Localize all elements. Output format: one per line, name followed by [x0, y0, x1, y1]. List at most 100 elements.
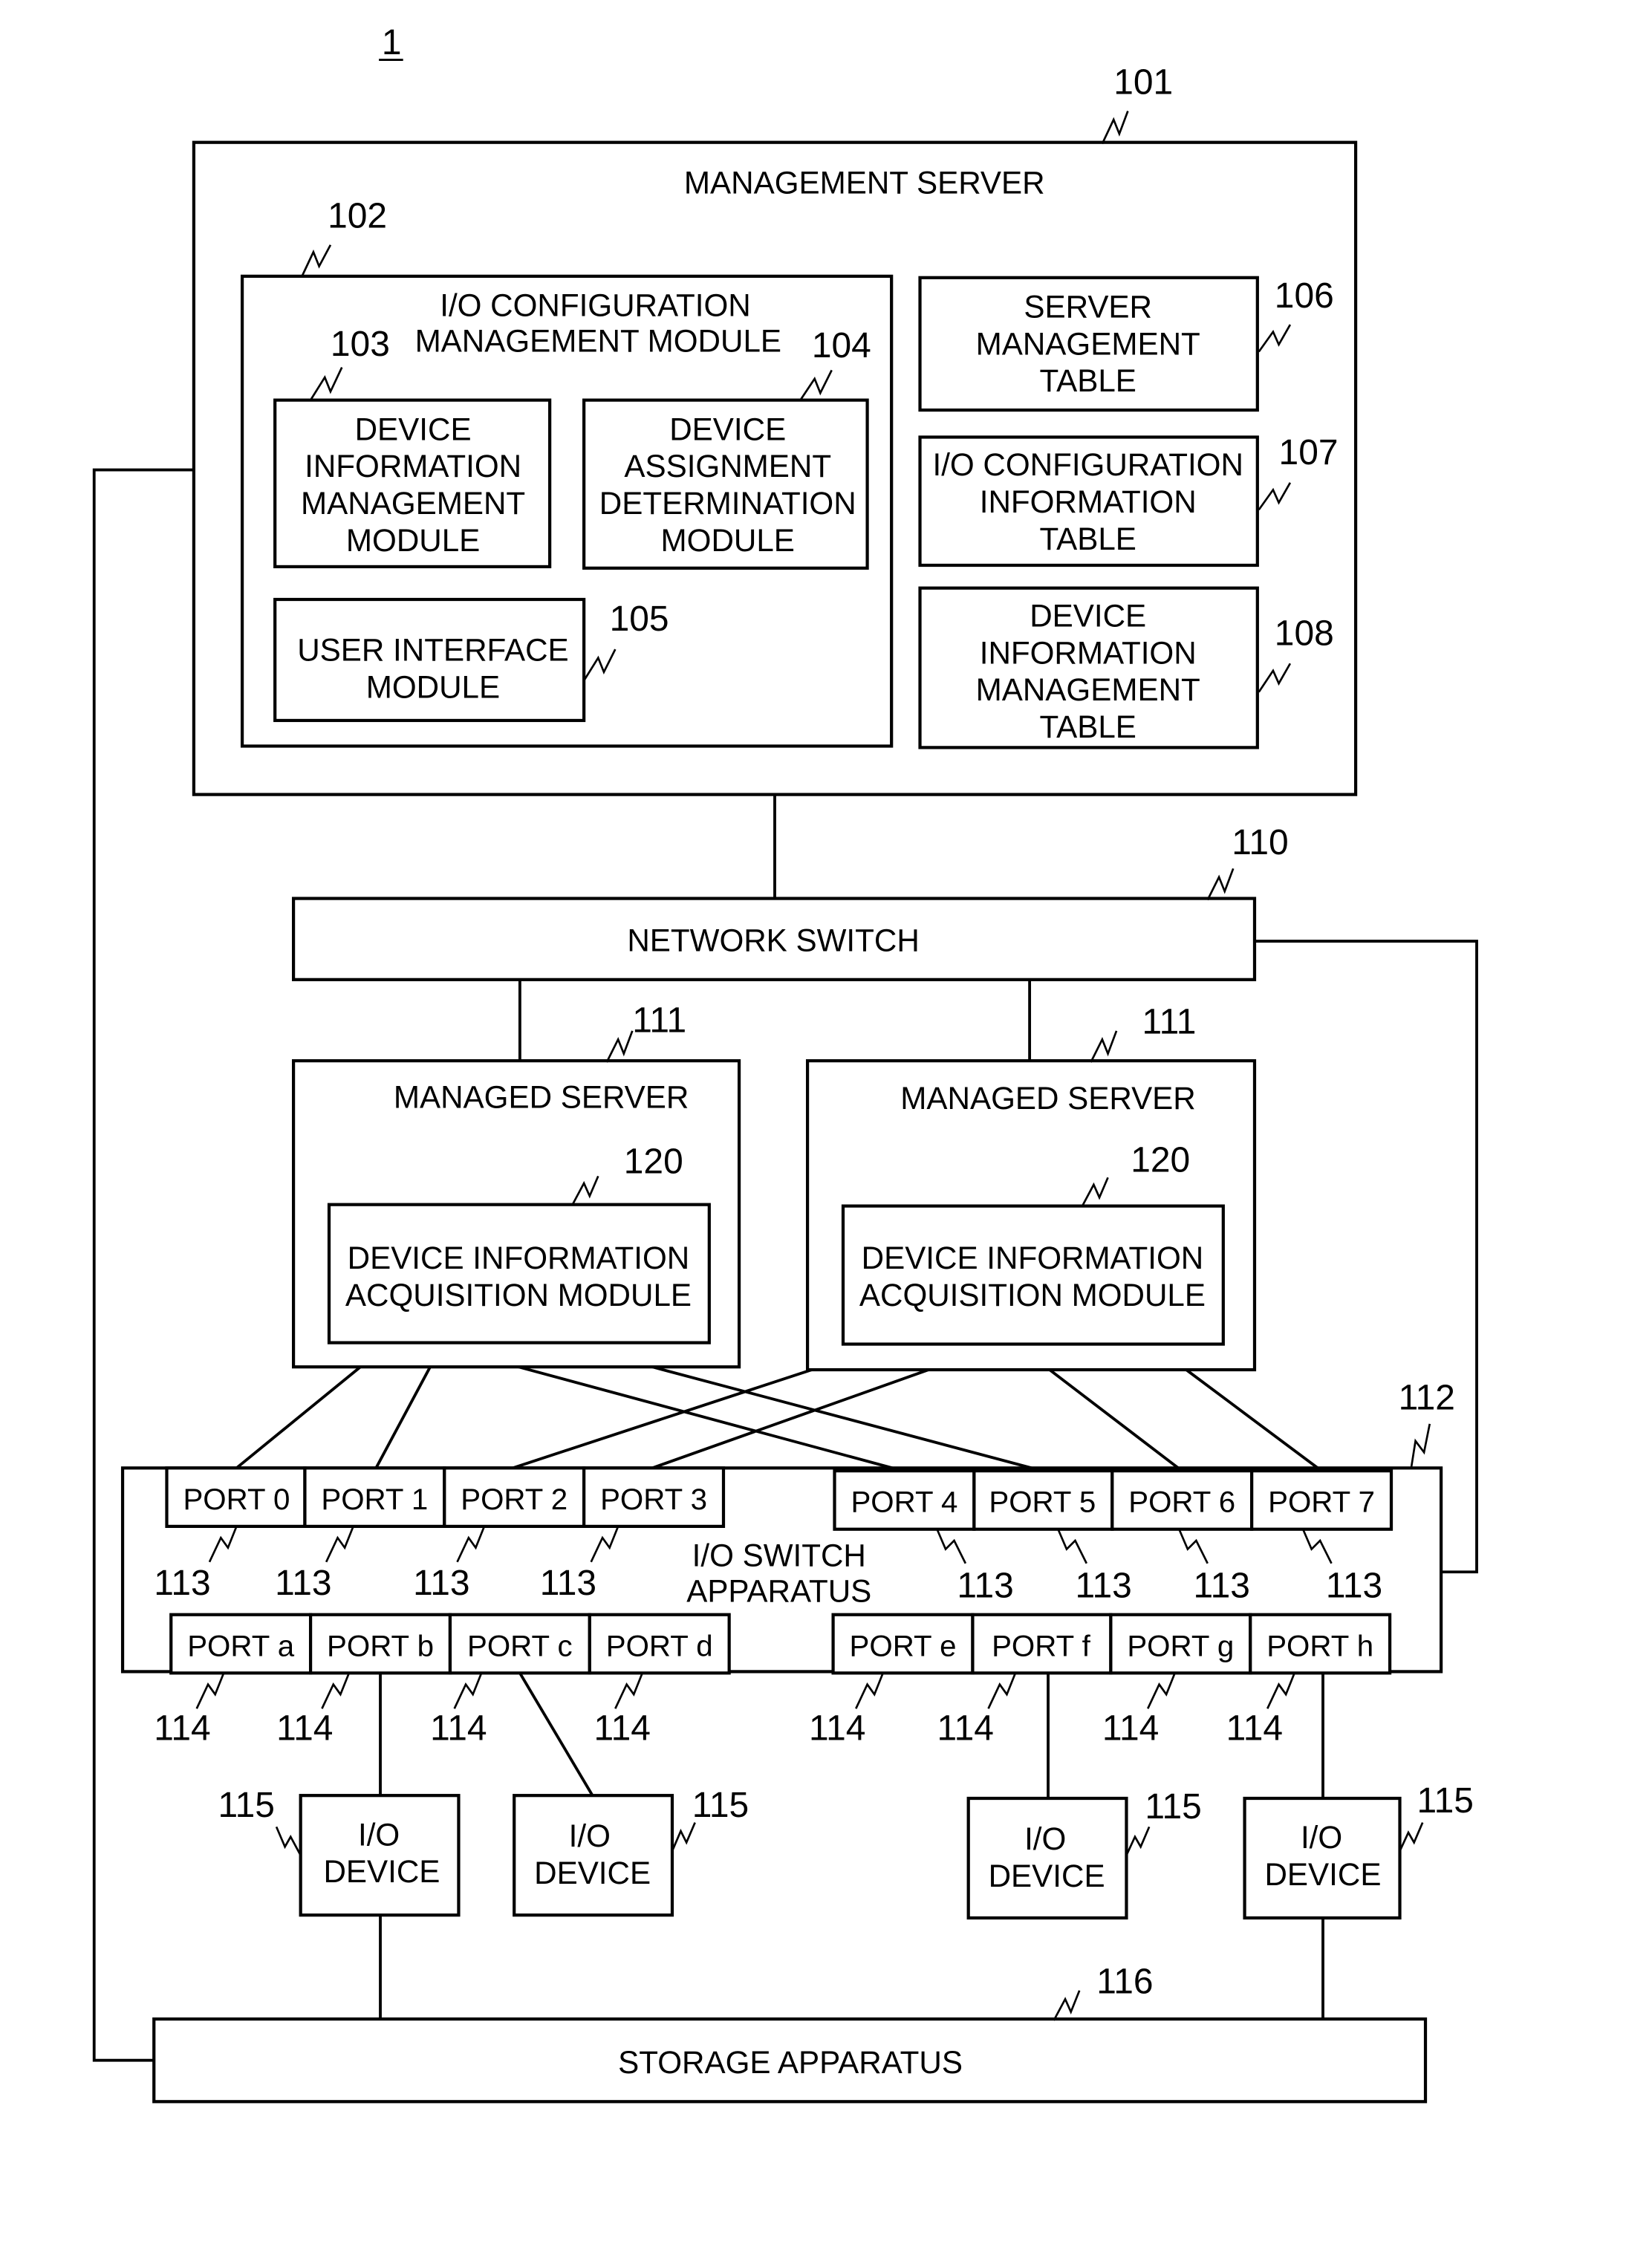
ref-leader-squiggle-icon: [1125, 1826, 1151, 1856]
ref-leader-squiggle-icon: [1147, 1672, 1176, 1709]
port-ref-113: 113: [1194, 1567, 1250, 1606]
acq-module-1-line2: ACQUISITION MODULE: [345, 1278, 692, 1313]
ref-leader-squiggle-icon: [614, 1672, 643, 1709]
module-104-line4: MODULE: [661, 523, 795, 558]
management-server-ref: 101: [1113, 63, 1173, 103]
table-106-ref: 106: [1275, 276, 1334, 316]
ref-leader-squiggle-icon: [855, 1672, 884, 1709]
module-103-line2: INFORMATION: [305, 449, 521, 484]
io-device-1-line2: DEVICE: [323, 1854, 440, 1889]
port-b-label: PORT b: [327, 1629, 434, 1662]
port-ref-113: 113: [275, 1564, 331, 1603]
io-device-1: I/O DEVICE 115: [218, 1786, 461, 1917]
port-a[interactable]: PORT a: [169, 1613, 313, 1675]
port-ref-114: 114: [276, 1708, 333, 1748]
port-ref-113: 113: [1075, 1567, 1131, 1606]
management-server-title: MANAGEMENT SERVER: [684, 166, 1045, 201]
ref-leader-squiggle-icon: [1399, 1822, 1424, 1852]
io-switch-apparatus: I/O SWITCH APPARATUS 112 PORT 0 PORT 1 P…: [120, 1379, 1455, 1748]
port-d-label: PORT d: [606, 1629, 713, 1662]
io-device-4: I/O DEVICE 115: [1243, 1781, 1474, 1920]
port-ref-113: 113: [1326, 1567, 1382, 1606]
module-105-line1: USER INTERFACE: [297, 632, 568, 667]
module-105-ref: 105: [610, 599, 669, 639]
port-3[interactable]: PORT 3: [582, 1466, 726, 1529]
io-switch-title-line2: APPARATUS: [686, 1573, 871, 1608]
table-107-ref: 107: [1279, 433, 1339, 472]
port-4[interactable]: PORT 4: [833, 1469, 976, 1531]
io-device-2-line1: I/O: [569, 1818, 611, 1853]
module-103-ref: 103: [331, 325, 390, 364]
port-2-label: PORT 2: [461, 1483, 568, 1516]
network-switch: NETWORK SWITCH 110: [291, 823, 1289, 981]
port-ref-113: 113: [957, 1567, 1013, 1606]
storage-apparatus: STORAGE APPARATUS 116: [152, 1962, 1428, 2104]
port-0[interactable]: PORT 0: [165, 1466, 307, 1529]
ref-leader-squiggle-icon: [195, 1672, 225, 1709]
io-device-2: I/O DEVICE 115: [513, 1786, 749, 1917]
network-switch-label: NETWORK SWITCH: [627, 923, 919, 957]
ref-leader-squiggle-icon: [1410, 1423, 1431, 1469]
ref-leader-squiggle-icon: [1206, 868, 1235, 901]
port-h[interactable]: PORT h: [1249, 1613, 1392, 1675]
port-ref-114: 114: [1102, 1708, 1159, 1748]
port-6[interactable]: PORT 6: [1110, 1469, 1254, 1531]
port-0-label: PORT 0: [183, 1483, 290, 1516]
wire-mgmt-to-storage: [92, 468, 194, 2062]
port-ref-113: 113: [413, 1564, 469, 1603]
port-ref-113: 113: [154, 1564, 210, 1603]
port-c-label: PORT c: [467, 1629, 573, 1662]
io-device-4-ref: 115: [1417, 1781, 1474, 1821]
io-switch-title-line1: I/O SWITCH: [692, 1538, 866, 1573]
ref-leader-squiggle-icon: [1266, 1672, 1295, 1709]
io-device-2-ref: 115: [692, 1786, 749, 1825]
ref-leader-squiggle-icon: [671, 1822, 696, 1852]
acq-module-1-line1: DEVICE INFORMATION: [348, 1240, 690, 1275]
module-104-ref: 104: [812, 326, 871, 365]
managed-server-1: MANAGED SERVER 111 DEVICE INFORMATION AC…: [291, 1001, 741, 1369]
port-b[interactable]: PORT b: [308, 1613, 452, 1675]
ref-leader-squiggle-icon: [453, 1672, 483, 1709]
port-ref-114: 114: [937, 1708, 994, 1748]
module-103-line4: MODULE: [346, 523, 480, 558]
system-diagram: 1 MANAGEMENT SERVER 101 I/O CONFIGURATIO…: [92, 23, 1478, 2104]
io-device-3: I/O DEVICE 115: [966, 1787, 1202, 1920]
port-7[interactable]: PORT 7: [1250, 1469, 1394, 1531]
port-1[interactable]: PORT 1: [303, 1466, 446, 1529]
table-108-line4: TABLE: [1039, 709, 1136, 744]
acq-module-2-ref: 120: [1131, 1141, 1190, 1180]
managed-server-1-ref: 111: [632, 1001, 686, 1041]
port-g[interactable]: PORT g: [1109, 1613, 1252, 1675]
ref-leader-squiggle-icon: [1053, 1990, 1081, 2021]
ref-leader-squiggle-icon: [1090, 1030, 1118, 1063]
port-c[interactable]: PORT c: [448, 1613, 591, 1675]
io-config-module-ref: 102: [328, 197, 387, 236]
port-d[interactable]: PORT d: [588, 1613, 731, 1675]
port-g-label: PORT g: [1127, 1629, 1234, 1662]
ref-leader-squiggle-icon: [275, 1826, 302, 1856]
ref-leader-squiggle-icon: [321, 1672, 351, 1709]
io-config-management-module: I/O CONFIGURATION MANAGEMENT MODULE 102 …: [240, 197, 894, 748]
ref-leader-squiggle-icon: [987, 1672, 1017, 1709]
acq-module-1-ref: 120: [624, 1142, 683, 1182]
port-f[interactable]: PORT f: [971, 1613, 1113, 1675]
io-device-1-ref: 115: [218, 1786, 274, 1825]
io-device-4-line1: I/O: [1301, 1820, 1342, 1855]
table-107-line3: TABLE: [1039, 521, 1136, 556]
module-104-line3: DETERMINATION: [599, 486, 856, 521]
wire-server2-port6: [1048, 1368, 1183, 1472]
wire-server1-port1: [374, 1366, 432, 1469]
port-5[interactable]: PORT 5: [972, 1469, 1114, 1531]
port-ref-114: 114: [594, 1708, 651, 1748]
network-switch-ref: 110: [1232, 823, 1288, 862]
port-e[interactable]: PORT e: [831, 1613, 975, 1675]
wire-portc-device2: [518, 1672, 594, 1797]
io-config-module-title-line1: I/O CONFIGURATION: [440, 288, 750, 323]
table-108-ref: 108: [1275, 614, 1334, 653]
module-103-line1: DEVICE: [355, 412, 472, 446]
port-2[interactable]: PORT 2: [443, 1466, 586, 1529]
port-h-label: PORT h: [1266, 1629, 1373, 1662]
module-105-line2: MODULE: [366, 669, 500, 704]
managed-server-2-ref: 111: [1142, 1003, 1197, 1042]
ref-leader-squiggle-icon: [605, 1030, 634, 1063]
